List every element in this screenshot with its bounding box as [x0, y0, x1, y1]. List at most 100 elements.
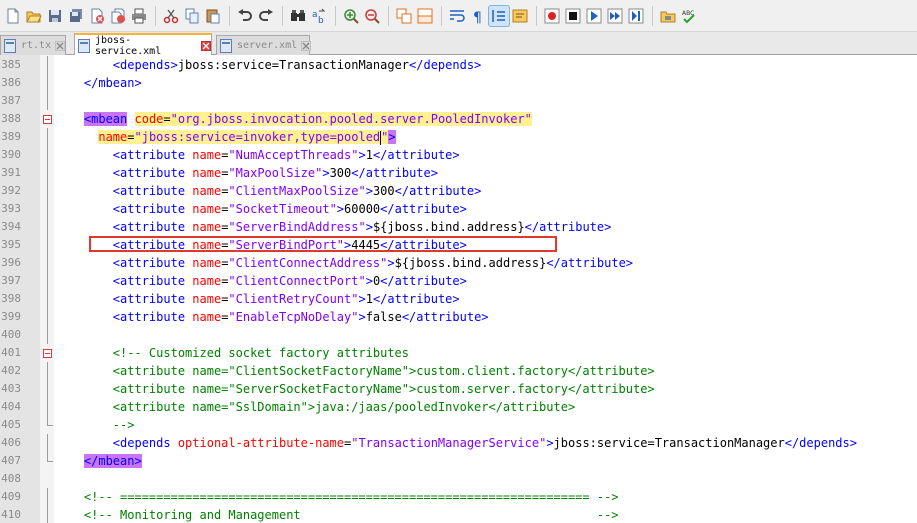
- code-text: <depends>jboss:service=TransactionManage…: [55, 56, 481, 74]
- code-token: <!-- Customized socket factory attribute…: [55, 346, 410, 360]
- code-line[interactable]: 410 <!-- Monitoring and Management -->: [0, 506, 917, 523]
- code-text: <attribute name="ClientRetryCount">1</at…: [55, 290, 460, 308]
- undo-icon[interactable]: [235, 6, 255, 26]
- code-token: <attribute: [55, 256, 193, 270]
- code-token: name: [192, 274, 222, 288]
- code-token: "org.jboss.invocation.pooled.server.Pool…: [170, 112, 532, 126]
- print-icon[interactable]: [129, 6, 149, 26]
- find-icon[interactable]: [288, 6, 308, 26]
- sync-vertical-icon[interactable]: [394, 6, 414, 26]
- code-line[interactable]: 403 <attribute name="ServerSocketFactory…: [0, 380, 917, 398]
- code-line[interactable]: 399 <attribute name="EnableTcpNoDelay">f…: [0, 308, 917, 326]
- code-line[interactable]: 406 <depends optional-attribute-name="Tr…: [0, 434, 917, 452]
- close-icon[interactable]: [201, 40, 211, 51]
- code-token: <attribute: [55, 220, 193, 234]
- code-token: <attribute: [55, 238, 193, 252]
- code-line[interactable]: 386 </mbean>: [0, 74, 917, 92]
- code-line[interactable]: 404 <attribute name="SslDomain">java:/ja…: [0, 398, 917, 416]
- tab-rt-txt[interactable]: rt.tx: [0, 35, 66, 55]
- code-line[interactable]: 408: [0, 470, 917, 488]
- show-all-chars-icon[interactable]: ¶: [468, 6, 488, 26]
- code-line[interactable]: 398 <attribute name="ClientRetryCount">1…: [0, 290, 917, 308]
- line-number: 404: [1, 400, 21, 413]
- code-token: >: [365, 220, 373, 234]
- code-line[interactable]: 401 <!-- Customized socket factory attri…: [0, 344, 917, 362]
- code-line[interactable]: 395 <attribute name="ServerBindPort">444…: [0, 236, 917, 254]
- open-file-icon[interactable]: [24, 6, 44, 26]
- code-token: "ServerBindAddress": [228, 220, 366, 234]
- play-macro-icon[interactable]: [584, 6, 604, 26]
- code-line[interactable]: 400: [0, 326, 917, 344]
- code-line[interactable]: 394 <attribute name="ServerBindAddress">…: [0, 218, 917, 236]
- line-number: 389: [1, 130, 21, 143]
- code-line[interactable]: 396 <attribute name="ClientConnectAddres…: [0, 254, 917, 272]
- code-token: >: [546, 436, 554, 450]
- cut-icon[interactable]: [161, 6, 181, 26]
- line-number: 400: [1, 328, 21, 341]
- code-token: "EnableTcpNoDelay": [228, 310, 359, 324]
- close-icon[interactable]: [55, 40, 66, 51]
- code-line[interactable]: 385 <depends>jboss:service=TransactionMa…: [0, 56, 917, 74]
- run-macro-multiple-icon[interactable]: [605, 6, 625, 26]
- tab-jboss-service-xml[interactable]: jboss-service.xml: [74, 33, 212, 57]
- code-line[interactable]: 402 <attribute name="ClientSocketFactory…: [0, 362, 917, 380]
- new-file-icon[interactable]: [3, 6, 23, 26]
- code-line[interactable]: 405 -->: [0, 416, 917, 434]
- code-editor[interactable]: 385 <depends>jboss:service=TransactionMa…: [0, 55, 917, 523]
- code-token: =: [127, 130, 135, 144]
- code-line[interactable]: 397 <attribute name="ClientConnectPort">…: [0, 272, 917, 290]
- code-line[interactable]: 387: [0, 92, 917, 110]
- code-line[interactable]: 393 <attribute name="SocketTimeout">6000…: [0, 200, 917, 218]
- line-number: 401: [1, 346, 21, 359]
- save-all-icon[interactable]: [66, 6, 86, 26]
- svg-text:a: a: [312, 10, 318, 20]
- code-line[interactable]: 389 name="jboss:service=invoker,type=poo…: [0, 128, 917, 146]
- code-text: <attribute name="MaxPoolSize">300</attri…: [55, 164, 438, 182]
- copy-icon[interactable]: [182, 6, 202, 26]
- code-token: <!-- ===================================…: [55, 490, 619, 504]
- fold-toggle-icon[interactable]: [43, 349, 52, 358]
- code-line[interactable]: 390 <attribute name="NumAcceptThreads">1…: [0, 146, 917, 164]
- code-token: jboss:service=TransactionManager: [553, 436, 785, 450]
- replace-icon[interactable]: ab: [309, 6, 329, 26]
- zoom-out-icon[interactable]: [362, 6, 382, 26]
- save-macro-icon[interactable]: [626, 6, 646, 26]
- zoom-in-icon[interactable]: [341, 6, 361, 26]
- save-icon[interactable]: [45, 6, 65, 26]
- fold-line-marker: [47, 488, 48, 506]
- code-line[interactable]: 391 <attribute name="MaxPoolSize">300</a…: [0, 164, 917, 182]
- spellcheck-icon[interactable]: ABC: [679, 6, 699, 26]
- code-line[interactable]: 392 <attribute name="ClientMaxPoolSize">…: [0, 182, 917, 200]
- code-text: <attribute name="ServerBindPort">4445</a…: [55, 236, 467, 254]
- fold-toggle-icon[interactable]: [43, 115, 52, 124]
- code-line[interactable]: 409 <!-- ===============================…: [0, 488, 917, 506]
- code-token: >: [322, 166, 330, 180]
- close-icon[interactable]: [301, 40, 312, 51]
- indent-guide-icon[interactable]: [488, 4, 510, 27]
- record-macro-icon[interactable]: [542, 6, 562, 26]
- fold-end-marker: [47, 416, 53, 426]
- user-language-icon[interactable]: [510, 6, 530, 26]
- line-number: 388: [1, 112, 21, 125]
- code-token: </mbean>: [83, 454, 142, 468]
- open-folder-icon[interactable]: [658, 6, 678, 26]
- sync-horizontal-icon[interactable]: [415, 6, 435, 26]
- tab-server-xml[interactable]: server.xml: [216, 35, 312, 55]
- code-token: "MaxPoolSize": [228, 166, 323, 180]
- fold-line-marker: [47, 200, 48, 218]
- code-line[interactable]: 407 </mbean>: [0, 452, 917, 470]
- code-token: </attribute>: [401, 310, 489, 324]
- code-token: name: [192, 220, 222, 234]
- close-all-icon[interactable]: [108, 6, 128, 26]
- word-wrap-icon[interactable]: [447, 6, 467, 26]
- paste-icon[interactable]: [203, 6, 223, 26]
- code-text: <depends optional-attribute-name="Transa…: [55, 434, 857, 452]
- redo-icon[interactable]: [256, 6, 276, 26]
- code-token: <attribute name="SslDomain">java:/jaas/p…: [55, 400, 576, 414]
- close-icon[interactable]: [87, 6, 107, 26]
- line-number: 402: [1, 364, 21, 377]
- stop-macro-icon[interactable]: [563, 6, 583, 26]
- code-line[interactable]: 388 <mbean code="org.jboss.invocation.po…: [0, 110, 917, 128]
